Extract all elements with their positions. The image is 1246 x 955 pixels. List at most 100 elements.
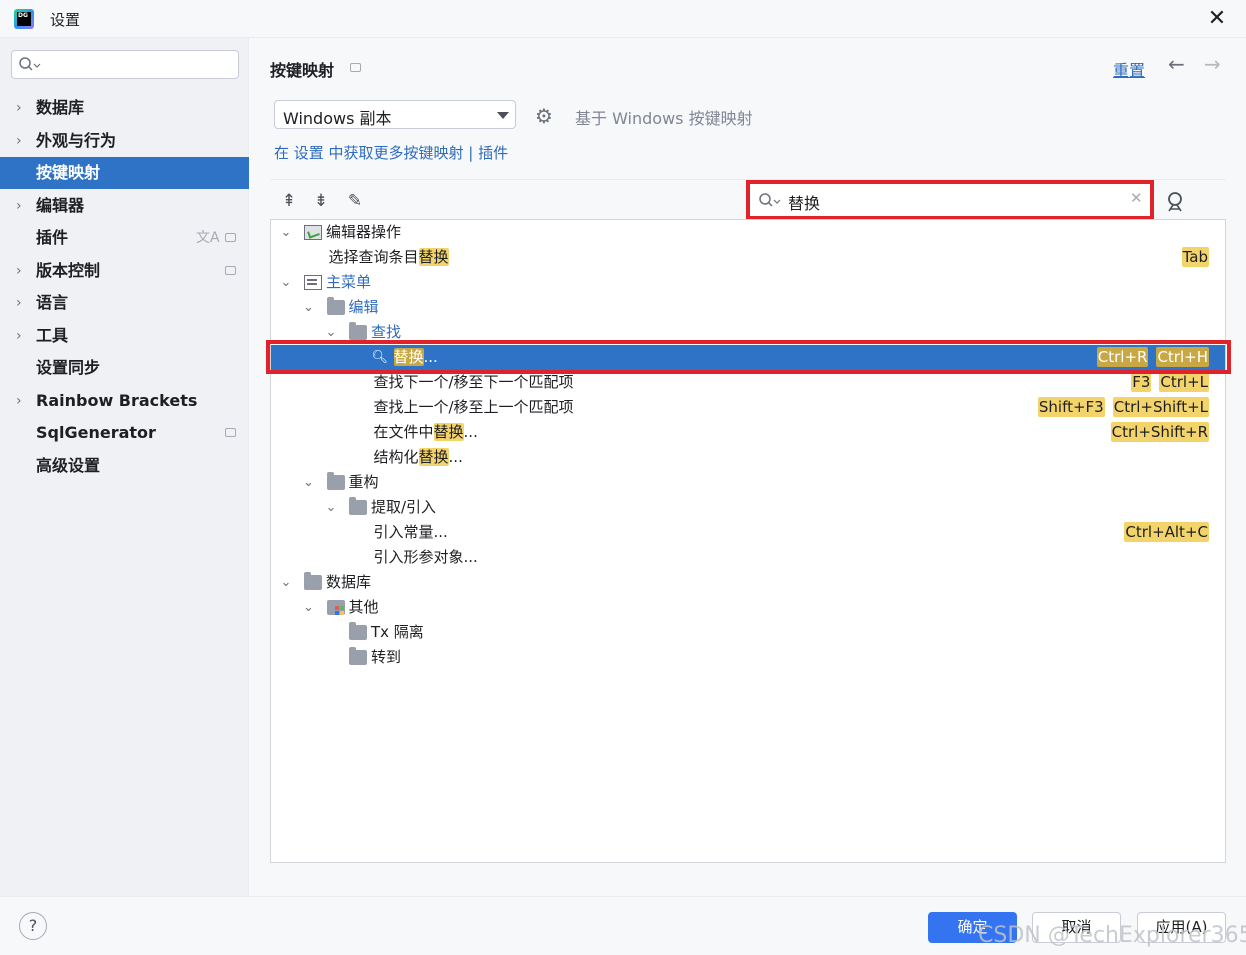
folder-icon — [326, 472, 345, 490]
sidebar-item-label: 版本控制 — [36, 260, 101, 280]
tree-row[interactable]: ⌄ 重构 — [271, 470, 1225, 495]
chevron-down-icon[interactable]: ⌄ — [279, 220, 293, 245]
folder-icon — [326, 297, 345, 315]
sidebar-item[interactable]: 高级设置 — [0, 450, 249, 482]
sidebar-item[interactable]: 设置同步 — [0, 352, 249, 384]
folder-icon — [349, 622, 367, 640]
chevron-right-icon[interactable]: › — [16, 125, 28, 157]
tree-row[interactable]: 引入形参对象... — [271, 545, 1225, 570]
help-icon[interactable]: ? — [19, 912, 47, 940]
chevron-right-icon[interactable]: › — [16, 320, 28, 352]
app-logo-icon: DG — [14, 9, 34, 29]
tree-row[interactable]: 选择查询条目替换 Tab — [271, 245, 1225, 270]
sidebar-item[interactable]: 插件 文A — [0, 222, 249, 254]
sidebar-item[interactable]: › 工具 — [0, 320, 249, 352]
search-match-highlight: 替换 — [393, 348, 424, 366]
tree-row[interactable]: Tx 隔离 — [271, 620, 1225, 645]
tree-row[interactable]: ⌄ 编辑器操作 — [271, 220, 1225, 245]
search-icon — [759, 193, 781, 207]
tree-row[interactable]: 查找下一个/移至下一个匹配项 F3 Ctrl+L — [271, 370, 1225, 395]
sidebar-item[interactable]: › 语言 — [0, 287, 249, 319]
arrow-right-icon[interactable]: → — [1204, 52, 1221, 76]
chevron-down-icon[interactable]: ⌄ — [324, 320, 338, 345]
sidebar-item[interactable]: › 外观与行为 — [0, 125, 249, 157]
tree-row[interactable]: 结构化替换... — [271, 445, 1225, 470]
gear-icon[interactable]: ⚙ — [535, 104, 553, 128]
chevron-down-icon[interactable]: ⌄ — [279, 570, 293, 595]
search-match-highlight: 替换 — [433, 423, 464, 441]
shortcut-list: Ctrl+R Ctrl+H — [1096, 345, 1209, 367]
editor-actions-icon — [304, 225, 322, 240]
search-match-highlight: 替换 — [418, 248, 449, 266]
chevron-right-icon[interactable]: › — [16, 190, 28, 222]
replace-icon: 🔍︎ — [371, 350, 389, 365]
sidebar-item-label: Rainbow Brackets — [36, 390, 198, 410]
shortcut-key: Ctrl+Shift+R — [1110, 422, 1209, 442]
sidebar-item-label: 设置同步 — [36, 358, 101, 377]
tree-row-label: 数据库 — [326, 573, 372, 591]
chevron-down-icon[interactable]: ⌄ — [302, 295, 316, 320]
chevron-right-icon[interactable]: › — [16, 287, 28, 319]
collapse-all-icon[interactable]: ⇟ — [310, 190, 332, 212]
tree-row[interactable]: 查找上一个/移至上一个匹配项 Shift+F3 Ctrl+Shift+L — [271, 395, 1225, 420]
tree-row-label: 其他 — [348, 598, 379, 616]
sidebar-search-input[interactable] — [11, 50, 239, 79]
tree-row-label: 查找上一个/移至上一个匹配项 — [373, 398, 574, 416]
sidebar-item-label: SqlGenerator — [36, 423, 156, 442]
tree-row[interactable]: ⌄ 编辑 — [271, 295, 1225, 320]
folder-icon — [304, 572, 322, 590]
keymap-search-input[interactable]: 替换 ✕ — [746, 180, 1154, 220]
shortcut-key: Ctrl+Shift+L — [1112, 397, 1209, 417]
tree-row[interactable]: 转到 — [271, 645, 1225, 670]
tree-row[interactable]: ⌄ 查找 — [271, 320, 1225, 345]
tree-row[interactable]: 🔍︎ 替换... Ctrl+R Ctrl+H — [271, 345, 1225, 370]
chevron-right-icon[interactable]: › — [16, 92, 28, 124]
chevron-right-icon[interactable]: › — [16, 385, 28, 417]
get-more-keymaps-link[interactable]: 在 设置 中获取更多按键映射 | 插件 — [274, 142, 508, 163]
find-by-shortcut-icon[interactable] — [1163, 190, 1187, 214]
tree-row[interactable]: ⌄ 其他 — [271, 595, 1225, 620]
sidebar-item[interactable]: › 编辑器 — [0, 190, 249, 222]
tree-row-label: 引入常量... — [373, 523, 448, 541]
shortcut-key: Ctrl+H — [1156, 347, 1209, 367]
tree-row-label: 替换... — [393, 348, 438, 366]
chevron-right-icon[interactable]: › — [16, 255, 28, 287]
page-title: 按键映射 — [270, 61, 335, 80]
keymap-select[interactable]: Windows 副本 — [274, 100, 516, 129]
tree-row[interactable]: ⌄ 数据库 — [271, 570, 1225, 595]
clear-icon[interactable]: ✕ — [1130, 189, 1143, 207]
chevron-down-icon[interactable]: ⌄ — [324, 495, 338, 520]
sidebar-item[interactable]: › 数据库 — [0, 92, 249, 124]
chevron-down-icon[interactable]: ⌄ — [302, 595, 316, 620]
tree-row[interactable]: ⌄ 提取/引入 — [271, 495, 1225, 520]
tree-row-label: Tx 隔离 — [371, 623, 424, 641]
main-menu-icon — [304, 275, 322, 290]
watermark: CSDN @TechExplorer365 — [978, 923, 1246, 948]
sidebar-item[interactable]: › Rainbow Brackets — [0, 385, 249, 417]
chevron-down-icon — [497, 112, 509, 119]
project-level-icon — [225, 265, 236, 275]
shortcut-key: Ctrl+L — [1159, 372, 1209, 392]
sidebar-item[interactable]: 按键映射 — [0, 157, 249, 189]
shortcut-list: Ctrl+Shift+R — [1110, 420, 1209, 442]
sidebar-item[interactable]: › 版本控制 — [0, 255, 249, 287]
sidebar-item-label: 语言 — [36, 293, 69, 312]
tree-row[interactable]: 引入常量... Ctrl+Alt+C — [271, 520, 1225, 545]
edit-pencil-icon[interactable]: ✎ — [344, 190, 366, 212]
shortcut-key: Tab — [1181, 247, 1209, 267]
chevron-down-icon[interactable]: ⌄ — [279, 270, 293, 295]
tree-row-label: 编辑器操作 — [326, 223, 402, 241]
close-icon[interactable]: ✕ — [1204, 6, 1230, 32]
sidebar-item-label: 外观与行为 — [36, 130, 117, 150]
translate-icon: 文A — [196, 230, 220, 246]
expand-all-icon[interactable]: ⇞ — [278, 190, 300, 212]
shortcut-key: F3 — [1131, 372, 1152, 392]
tree-row[interactable]: ⌄ 主菜单 — [271, 270, 1225, 295]
tree-row[interactable]: 在文件中替换... Ctrl+Shift+R — [271, 420, 1225, 445]
keymap-tree: ⌄ 编辑器操作 选择查询条目替换 Tab ⌄ 主菜单 ⌄ 编辑 ⌄ 查找 🔍︎ 替换... Ctrl+R… — [270, 219, 1226, 863]
chevron-down-icon[interactable]: ⌄ — [302, 470, 316, 495]
sidebar-item[interactable]: SqlGenerator — [0, 417, 249, 449]
reset-link[interactable]: 重置 — [1113, 57, 1145, 81]
arrow-left-icon[interactable]: ← — [1168, 52, 1185, 76]
tree-row-label: 查找 — [371, 323, 402, 341]
